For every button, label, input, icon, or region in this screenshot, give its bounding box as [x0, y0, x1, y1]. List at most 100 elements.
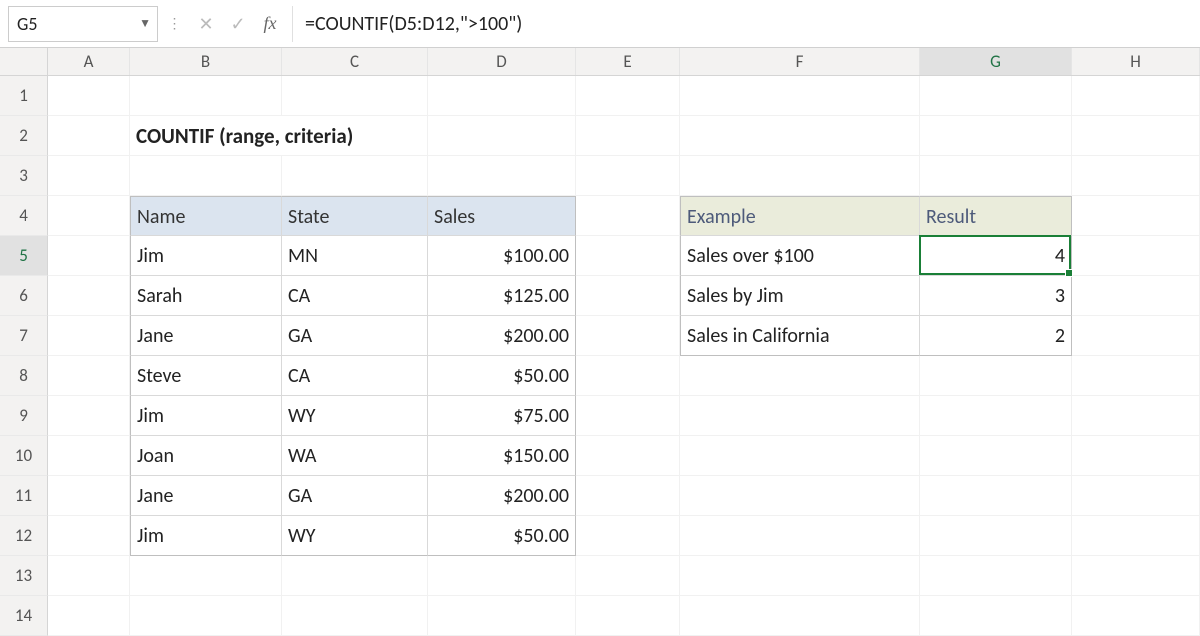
cell[interactable]: [428, 116, 576, 156]
table-cell[interactable]: Jim: [130, 236, 282, 276]
col-header-e[interactable]: E: [576, 48, 680, 75]
table-cell[interactable]: Steve: [130, 356, 282, 396]
cell[interactable]: [48, 516, 130, 556]
table-cell[interactable]: Jim: [130, 516, 282, 556]
cell[interactable]: [48, 396, 130, 436]
table-cell[interactable]: Sales in California: [680, 316, 920, 356]
col-header-b[interactable]: B: [130, 48, 282, 75]
name-box-dropdown-icon[interactable]: ▼: [139, 16, 151, 31]
cell[interactable]: [680, 476, 920, 516]
cell[interactable]: [428, 156, 576, 196]
table-cell[interactable]: CA: [282, 356, 428, 396]
table-cell[interactable]: Joan: [130, 436, 282, 476]
table-cell[interactable]: MN: [282, 236, 428, 276]
cell[interactable]: [130, 156, 282, 196]
cell[interactable]: [576, 196, 680, 236]
cell[interactable]: [680, 116, 920, 156]
cell[interactable]: [48, 116, 130, 156]
cell[interactable]: [680, 396, 920, 436]
cell[interactable]: [576, 276, 680, 316]
cell[interactable]: [1072, 436, 1200, 476]
cell[interactable]: [48, 596, 130, 636]
table-cell[interactable]: Jane: [130, 476, 282, 516]
cell[interactable]: [920, 76, 1072, 116]
cell[interactable]: [920, 396, 1072, 436]
table-cell[interactable]: 3: [920, 276, 1072, 316]
cell[interactable]: [920, 476, 1072, 516]
cell[interactable]: [48, 436, 130, 476]
row-header-13[interactable]: 13: [0, 556, 48, 596]
col-header-d[interactable]: D: [428, 48, 576, 75]
table-cell[interactable]: WY: [282, 396, 428, 436]
table-cell[interactable]: GA: [282, 476, 428, 516]
table2-header-example[interactable]: Example: [680, 196, 920, 236]
row-header-6[interactable]: 6: [0, 276, 48, 316]
name-box[interactable]: G5 ▼: [8, 6, 158, 42]
table-cell[interactable]: Jane: [130, 316, 282, 356]
cell[interactable]: [1072, 316, 1200, 356]
cell[interactable]: [282, 596, 428, 636]
formula-input[interactable]: =COUNTIF(D5:D12,">100"): [292, 6, 1200, 42]
row-header-8[interactable]: 8: [0, 356, 48, 396]
cell[interactable]: [920, 116, 1072, 156]
table-cell[interactable]: $200.00: [428, 476, 576, 516]
cell[interactable]: [1072, 396, 1200, 436]
cell[interactable]: [130, 556, 282, 596]
table-cell[interactable]: Sarah: [130, 276, 282, 316]
formula-bar-options-icon[interactable]: ⋮: [158, 6, 190, 42]
cell[interactable]: [576, 316, 680, 356]
cell[interactable]: [680, 436, 920, 476]
cell[interactable]: [1072, 596, 1200, 636]
cell[interactable]: [282, 76, 428, 116]
cell[interactable]: [48, 356, 130, 396]
cell[interactable]: [920, 516, 1072, 556]
cell[interactable]: [48, 316, 130, 356]
cell[interactable]: [1072, 356, 1200, 396]
cell[interactable]: [1072, 236, 1200, 276]
table-cell[interactable]: CA: [282, 276, 428, 316]
cell[interactable]: [680, 596, 920, 636]
table-cell[interactable]: $200.00: [428, 316, 576, 356]
cell[interactable]: [1072, 156, 1200, 196]
row-header-4[interactable]: 4: [0, 196, 48, 236]
cell[interactable]: [920, 156, 1072, 196]
cell[interactable]: [680, 356, 920, 396]
title-cell[interactable]: COUNTIF (range, criteria): [130, 116, 282, 156]
cell[interactable]: [680, 76, 920, 116]
table-cell[interactable]: $75.00: [428, 396, 576, 436]
cell[interactable]: [282, 116, 428, 156]
cell[interactable]: [48, 476, 130, 516]
cell[interactable]: [1072, 476, 1200, 516]
table-cell[interactable]: 2: [920, 316, 1072, 356]
cell[interactable]: [282, 156, 428, 196]
col-header-h[interactable]: H: [1072, 48, 1200, 75]
cell[interactable]: [1072, 116, 1200, 156]
cell[interactable]: [48, 236, 130, 276]
cell[interactable]: [576, 396, 680, 436]
cell[interactable]: [920, 436, 1072, 476]
cell[interactable]: [576, 436, 680, 476]
row-header-11[interactable]: 11: [0, 476, 48, 516]
cell[interactable]: [428, 596, 576, 636]
table1-header-name[interactable]: Name: [130, 196, 282, 236]
cell[interactable]: [680, 516, 920, 556]
table1-header-state[interactable]: State: [282, 196, 428, 236]
cell[interactable]: [576, 76, 680, 116]
cell[interactable]: [576, 596, 680, 636]
row-header-1[interactable]: 1: [0, 76, 48, 116]
row-header-3[interactable]: 3: [0, 156, 48, 196]
table-cell[interactable]: $100.00: [428, 236, 576, 276]
enter-icon[interactable]: ✓: [222, 6, 254, 42]
table-cell[interactable]: Sales over $100: [680, 236, 920, 276]
cell[interactable]: [680, 556, 920, 596]
cell[interactable]: [1072, 276, 1200, 316]
table-cell[interactable]: $50.00: [428, 516, 576, 556]
table-cell[interactable]: $150.00: [428, 436, 576, 476]
table-cell[interactable]: WY: [282, 516, 428, 556]
col-header-a[interactable]: A: [48, 48, 130, 75]
cell[interactable]: [920, 356, 1072, 396]
cell[interactable]: [428, 556, 576, 596]
cell[interactable]: [130, 76, 282, 116]
col-header-c[interactable]: C: [282, 48, 428, 75]
table-cell[interactable]: WA: [282, 436, 428, 476]
